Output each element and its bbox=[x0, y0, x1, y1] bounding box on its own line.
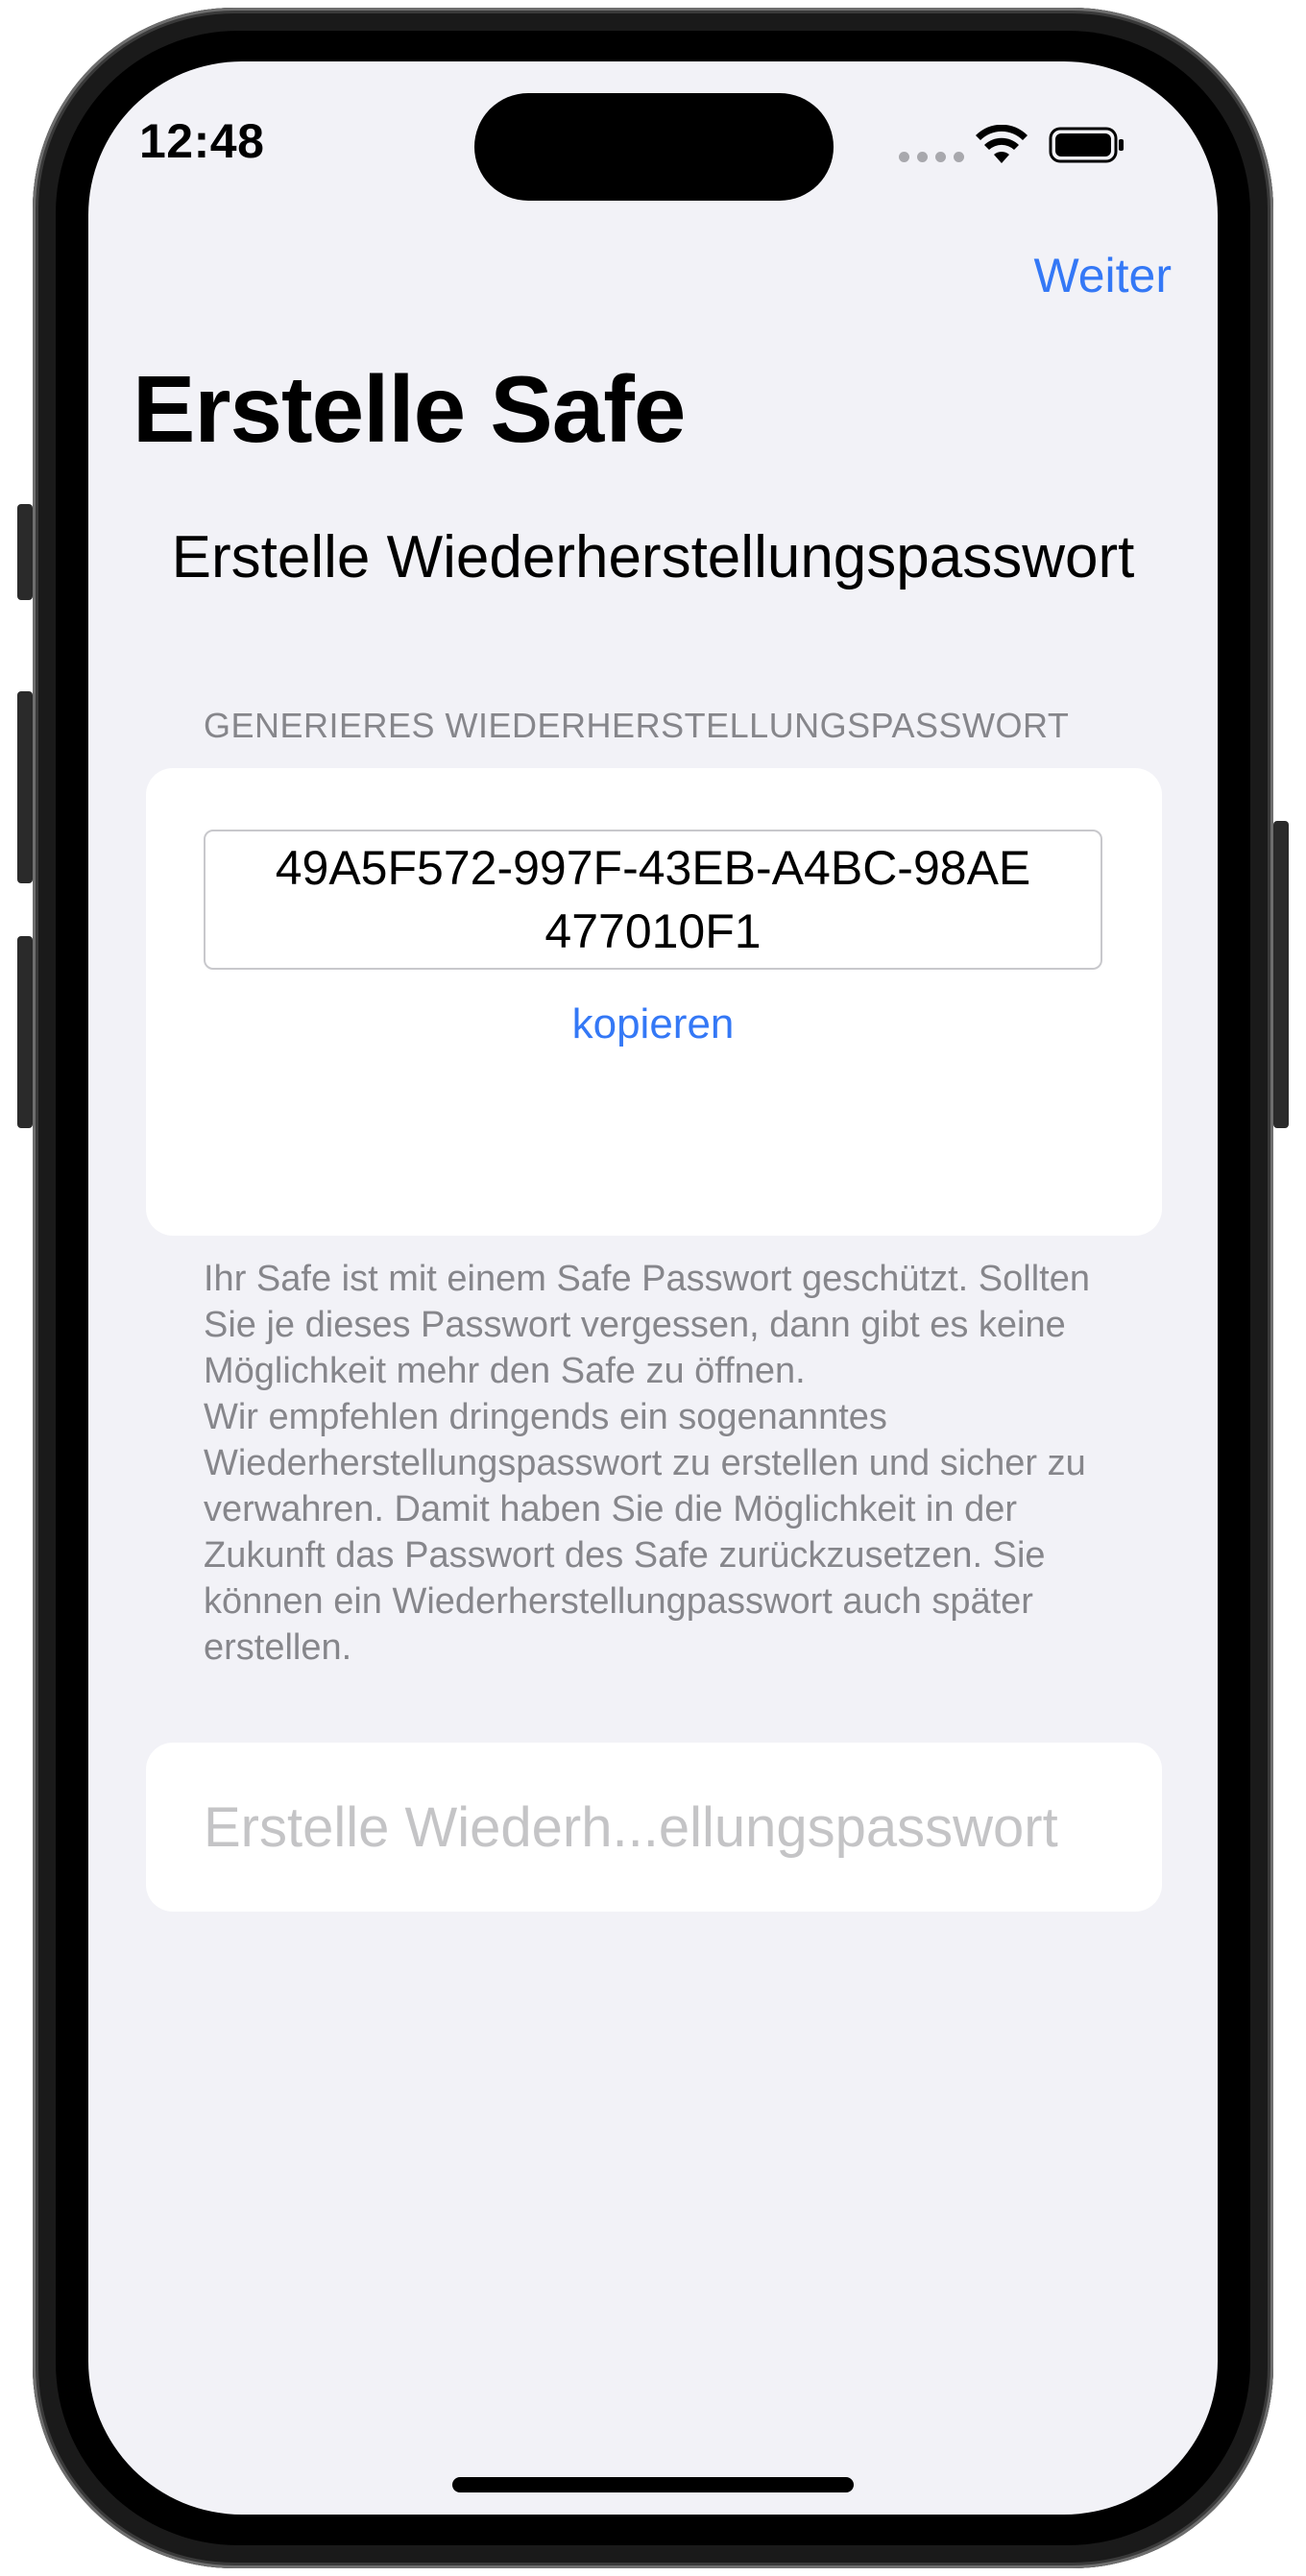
create-recovery-password-button[interactable]: Erstelle Wiederh...ellungspasswort bbox=[146, 1743, 1162, 1912]
recovery-password-field[interactable]: 49A5F572-997F-43EB-A4BC-98AE477010F1 bbox=[204, 830, 1102, 970]
home-indicator[interactable] bbox=[452, 2477, 854, 2492]
volume-up-button bbox=[17, 691, 33, 883]
next-button[interactable]: Weiter bbox=[1033, 248, 1172, 303]
wifi-icon bbox=[976, 125, 1028, 163]
power-button bbox=[1273, 821, 1289, 1128]
section-footnote: Ihr Safe ist mit einem Safe Passwort ges… bbox=[204, 1259, 1090, 1668]
page-title: Erstelle Safe bbox=[133, 356, 686, 462]
dynamic-island bbox=[474, 93, 834, 201]
section-header: GENERIERES WIEDERHERSTELLUNGSPASSWORT bbox=[204, 706, 1070, 745]
battery-icon bbox=[1049, 127, 1124, 163]
cellular-signal-icon bbox=[899, 152, 964, 162]
device-frame: 12:48 Weiter Erstelle Safe Erstelle Wied… bbox=[0, 0, 1306, 2576]
status-time: 12:48 bbox=[139, 114, 265, 168]
page-subtitle: Erstelle Wiederherstellungspasswort bbox=[171, 524, 1135, 590]
copy-button[interactable]: kopieren bbox=[0, 1000, 1306, 1048]
